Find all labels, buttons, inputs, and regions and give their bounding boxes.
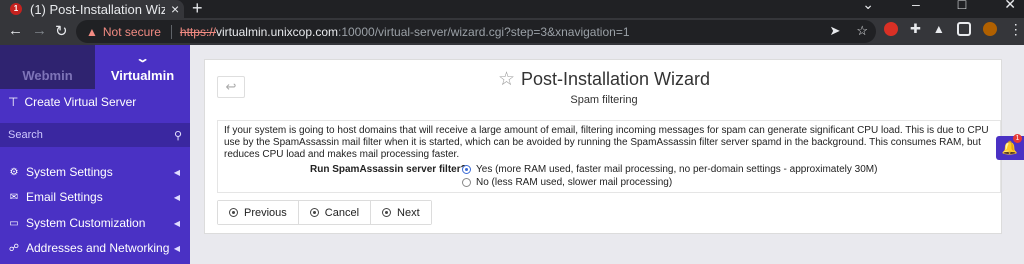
flask-icon[interactable]: ▲	[933, 22, 945, 36]
radio-no-input[interactable]	[462, 178, 471, 187]
extensions-bar: ✚ ▲ ⋮	[884, 22, 1023, 36]
caret-left-icon: ◀	[173, 243, 180, 253]
reload-icon[interactable]: ↻	[55, 22, 68, 40]
next-button[interactable]: Next	[371, 201, 431, 224]
gear-icon: ⚙	[9, 166, 19, 178]
search-input[interactable]	[8, 129, 174, 141]
sidebar-item-label: System Settings	[26, 165, 113, 179]
new-tab-button[interactable]: +	[192, 0, 203, 19]
radio-no-label[interactable]: No (less RAM used, slower mail processin…	[476, 177, 672, 188]
main-content: ↩ ☆ Post-Installation Wizard Spam filteri…	[190, 45, 1024, 264]
send-icon[interactable]: ➤	[829, 23, 840, 39]
warning-icon[interactable]: ▲	[86, 25, 98, 39]
not-secure-label[interactable]: Not secure	[103, 25, 161, 39]
create-virtual-server-label: Create Virtual Server	[24, 95, 137, 109]
url-actions: ➤ ☆	[829, 23, 868, 39]
previous-label: Previous	[244, 206, 287, 219]
extension-red-icon[interactable]	[884, 22, 898, 36]
sidebar-search: ⚲	[0, 123, 190, 147]
previous-icon	[229, 208, 238, 217]
wizard-form: If your system is going to host domains …	[217, 120, 1001, 193]
puzzle-icon[interactable]: ✚	[910, 22, 921, 36]
minimize-icon[interactable]: –	[912, 0, 920, 13]
back-arrow-icon[interactable]: ←	[8, 22, 23, 39]
tab-virtualmin-label: Virtualmin	[110, 68, 175, 83]
tab-virtualmin[interactable]: ⌄ Virtualmin	[95, 45, 190, 89]
bookmark-star-icon[interactable]: ☆	[856, 23, 868, 39]
create-server-icon: ⊤	[8, 95, 19, 109]
radio-yes-label[interactable]: Yes (more RAM used, faster mail processi…	[476, 164, 877, 175]
option-label: Run SpamAssassin server filter?	[310, 164, 467, 175]
close-tab-icon[interactable]: ×	[171, 1, 179, 17]
caret-left-icon: ◀	[173, 192, 180, 202]
next-icon	[382, 208, 392, 217]
page-title-text: Post-Installation Wizard	[520, 69, 711, 89]
envelope-icon: ✉	[9, 191, 19, 203]
notifications-button[interactable]: 🔔 1	[996, 134, 1024, 160]
wizard-description: If your system is going to host domains …	[224, 125, 989, 160]
url-path: :10000/virtual-server/wizard.cgi?step=3&…	[338, 24, 630, 39]
favorite-star-icon[interactable]: ☆	[498, 69, 515, 90]
browser-tab-bar: 1 (1) Post-Installation Wizard × + ⌄ – □…	[0, 0, 1024, 18]
search-icon[interactable]: ⚲	[174, 129, 182, 142]
sidebar-item-system-settings[interactable]: ⚙ System Settings ◀	[0, 160, 190, 184]
wizard-panel: ↩ ☆ Post-Installation Wizard Spam filteri…	[204, 59, 1002, 234]
cancel-icon	[309, 208, 319, 217]
cancel-label: Cancel	[324, 206, 360, 219]
network-icon: ☍	[8, 242, 20, 254]
previous-button[interactable]: Previous	[218, 201, 299, 224]
url-scheme: https://	[179, 24, 216, 39]
notification-badge: 1	[1013, 134, 1022, 143]
sidebar: Webmin ⌄ Virtualmin ⊤ Create Virtual Ser…	[0, 45, 190, 264]
url-divider	[170, 24, 172, 39]
maximize-icon[interactable]: □	[958, 0, 966, 13]
sidebar-item-label: Email Settings	[26, 190, 103, 204]
address-bar[interactable]: ▲ Not secure https:// virtualmin.unixcop…	[76, 20, 876, 43]
side-panel-icon[interactable]	[956, 22, 971, 36]
tab-title: (1) Post-Installation Wizard	[30, 1, 165, 17]
caret-left-icon: ◀	[173, 167, 180, 177]
tab-search-icon[interactable]: ⌄	[862, 0, 874, 13]
close-window-icon[interactable]: ✕	[1004, 0, 1016, 13]
sidebar-item-system-customization[interactable]: ▭ System Customization ◀	[0, 211, 190, 235]
cancel-button[interactable]: Cancel	[298, 201, 372, 224]
page-title: ☆ Post-Installation Wizard	[205, 68, 1003, 91]
sidebar-item-label: System Customization	[26, 216, 146, 230]
favicon-icon: 1	[10, 3, 22, 15]
forward-arrow-icon[interactable]: →	[32, 22, 47, 39]
create-virtual-server-link[interactable]: ⊤ Create Virtual Server	[8, 95, 136, 109]
monitor-icon: ▭	[9, 217, 19, 229]
profile-avatar[interactable]	[982, 22, 997, 36]
next-label: Next	[397, 206, 420, 219]
sidebar-item-label: Addresses and Networking	[26, 241, 170, 255]
tab-webmin-label: Webmin	[22, 68, 73, 83]
radio-yes-input[interactable]	[462, 165, 471, 174]
url-host: virtualmin.unixcop.com	[215, 24, 338, 39]
browser-toolbar: ← → ↻ ▲ Not secure https:// virtualmin.u…	[0, 18, 1024, 45]
caret-left-icon: ◀	[173, 218, 180, 228]
sidebar-tabs: Webmin ⌄ Virtualmin	[0, 45, 190, 89]
browser-tab[interactable]: 1 (1) Post-Installation Wizard ×	[0, 0, 184, 18]
more-menu-icon[interactable]: ⋮	[1009, 22, 1023, 36]
sidebar-item-email-settings[interactable]: ✉ Email Settings ◀	[0, 185, 190, 209]
chevron-down-icon: ⌄	[135, 53, 150, 65]
sidebar-item-addresses-networking[interactable]: ☍ Addresses and Networking ◀	[0, 236, 190, 260]
wizard-buttons: Previous Cancel Next	[217, 200, 432, 225]
window-controls: ⌄ – □ ✕	[862, 0, 1016, 13]
page-subtitle: Spam filtering	[570, 94, 638, 106]
tab-webmin[interactable]: Webmin	[0, 45, 95, 89]
radio-no[interactable]: No (less RAM used, slower mail processin…	[462, 177, 672, 188]
radio-yes[interactable]: Yes (more RAM used, faster mail processi…	[462, 164, 877, 175]
